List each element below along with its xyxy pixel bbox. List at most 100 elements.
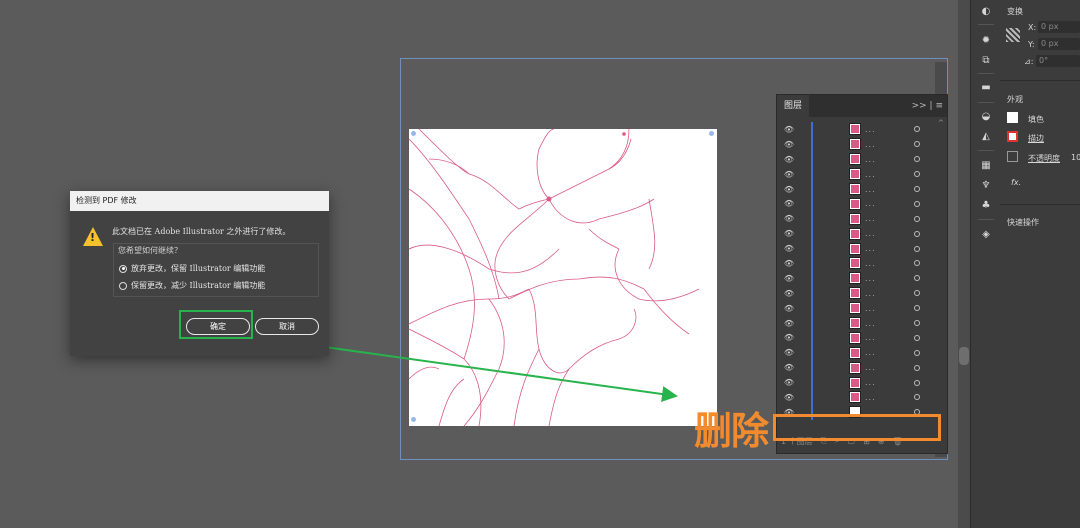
stroke-swatch[interactable] xyxy=(1007,131,1018,142)
target-circle-icon[interactable] xyxy=(914,305,920,312)
layer-row[interactable]: 👁... xyxy=(777,151,939,167)
layer-name[interactable]: ... xyxy=(865,259,876,268)
visibility-eye-icon[interactable]: 👁 xyxy=(777,319,801,328)
layer-name[interactable]: ... xyxy=(865,125,876,134)
visibility-eye-icon[interactable]: 👁 xyxy=(777,393,801,402)
3d-icon[interactable]: ◒ xyxy=(980,111,992,123)
layer-name[interactable]: ... xyxy=(865,214,876,223)
opacity-label[interactable]: 不透明度 xyxy=(1028,153,1060,164)
layer-row[interactable]: 👁... xyxy=(777,360,939,376)
gradient-icon[interactable]: ◭ xyxy=(980,131,992,143)
target-circle-icon[interactable] xyxy=(914,379,920,386)
target-circle-icon[interactable] xyxy=(914,186,920,192)
target-circle-icon[interactable] xyxy=(914,200,920,207)
target-circle-icon[interactable] xyxy=(914,275,920,282)
layer-name[interactable]: ... xyxy=(865,348,876,357)
visibility-eye-icon[interactable]: 👁 xyxy=(777,244,801,253)
layers-icon[interactable]: ◈ xyxy=(980,229,992,241)
layer-row[interactable]: 👁... xyxy=(777,285,939,301)
layer-row[interactable]: 👁... xyxy=(777,315,939,331)
fx-icon[interactable]: fx. xyxy=(1011,178,1021,187)
layer-name[interactable]: ... xyxy=(865,274,876,283)
layers-scrollbar[interactable]: ^ xyxy=(938,119,945,419)
layer-row[interactable]: 👁... xyxy=(777,345,939,361)
target-circle-icon[interactable] xyxy=(914,320,920,327)
target-circle-icon[interactable] xyxy=(914,126,920,133)
layer-name[interactable]: ... xyxy=(865,393,876,402)
visibility-eye-icon[interactable]: 👁 xyxy=(777,155,801,164)
tab-layers[interactable]: 图层 xyxy=(777,95,810,117)
visibility-eye-icon[interactable]: 👁 xyxy=(777,214,801,223)
layer-row[interactable]: 👁... xyxy=(777,270,939,286)
comment-icon[interactable]: ▬ xyxy=(980,82,992,94)
opacity-value[interactable]: 10 xyxy=(1071,153,1080,162)
visibility-eye-icon[interactable]: 👁 xyxy=(777,125,801,134)
cancel-button[interactable]: 取消 xyxy=(255,318,319,335)
panel-menu-icon[interactable]: >> | ≡ xyxy=(912,101,943,111)
layer-row[interactable]: 👁... xyxy=(777,390,939,405)
layer-row[interactable]: 👁... xyxy=(777,211,939,227)
layer-row[interactable]: 👁... xyxy=(777,330,939,346)
stroke-label[interactable]: 描边 xyxy=(1028,133,1044,144)
layer-name[interactable]: ... xyxy=(865,333,876,342)
visibility-eye-icon[interactable]: 👁 xyxy=(777,289,801,298)
layer-row[interactable]: 👁... xyxy=(777,241,939,257)
layer-row[interactable]: 👁... xyxy=(777,122,939,137)
layer-name[interactable]: ... xyxy=(865,199,876,208)
reference-point-icon[interactable] xyxy=(1006,28,1020,42)
puppet-icon[interactable]: ♆ xyxy=(980,180,992,192)
layer-name[interactable]: ... xyxy=(865,304,876,313)
target-circle-icon[interactable] xyxy=(914,334,920,341)
layer-row[interactable]: 👁... xyxy=(777,300,939,316)
target-circle-icon[interactable] xyxy=(914,230,920,237)
visibility-eye-icon[interactable]: 👁 xyxy=(777,140,801,149)
layer-name[interactable]: ... xyxy=(865,140,876,149)
visibility-eye-icon[interactable]: 👁 xyxy=(777,378,801,387)
target-circle-icon[interactable] xyxy=(914,215,920,222)
layer-row[interactable]: 👁... xyxy=(777,196,939,212)
visibility-eye-icon[interactable]: 👁 xyxy=(777,274,801,283)
visibility-eye-icon[interactable]: 👁 xyxy=(777,333,801,342)
radio-option-keep[interactable]: 保留更改，减少 Illustrator 编辑功能 xyxy=(119,280,265,291)
layer-name[interactable]: ... xyxy=(865,185,876,194)
y-field[interactable]: 0 px xyxy=(1038,38,1080,50)
panel-resize-handle[interactable] xyxy=(959,347,969,365)
visibility-eye-icon[interactable]: 👁 xyxy=(777,170,801,179)
libraries-icon[interactable]: ▦ xyxy=(980,160,992,172)
artboard[interactable] xyxy=(409,129,717,426)
layer-row[interactable]: 👁... xyxy=(777,375,939,391)
visibility-eye-icon[interactable]: 👁 xyxy=(777,199,801,208)
x-field[interactable]: 0 px xyxy=(1038,21,1080,33)
symbols-icon[interactable]: ♣ xyxy=(980,200,992,212)
layer-row[interactable]: 👁... xyxy=(777,166,939,182)
layer-name[interactable]: ... xyxy=(865,155,876,164)
visibility-eye-icon[interactable]: 👁 xyxy=(777,259,801,268)
visibility-eye-icon[interactable]: 👁 xyxy=(777,304,801,313)
layer-row[interactable]: 👁... xyxy=(777,226,939,242)
layer-name[interactable]: ... xyxy=(865,244,876,253)
visibility-eye-icon[interactable]: 👁 xyxy=(777,363,801,372)
brightness-icon[interactable]: ✹ xyxy=(980,35,992,47)
target-circle-icon[interactable] xyxy=(914,364,920,371)
target-circle-icon[interactable] xyxy=(914,394,920,401)
target-circle-icon[interactable] xyxy=(914,260,920,267)
radio-checked-icon[interactable] xyxy=(119,264,127,273)
fill-swatch[interactable] xyxy=(1007,112,1018,123)
angle-field[interactable]: 0° xyxy=(1036,55,1080,67)
target-circle-icon[interactable] xyxy=(914,245,920,252)
layer-name[interactable]: ... xyxy=(865,289,876,298)
layer-name[interactable]: ... xyxy=(865,170,876,179)
layer-row[interactable]: 👁... xyxy=(777,181,939,197)
layer-row[interactable]: 👁... xyxy=(777,136,939,152)
target-circle-icon[interactable] xyxy=(914,349,920,356)
layer-name[interactable]: ... xyxy=(865,229,876,238)
visibility-eye-icon[interactable]: 👁 xyxy=(777,229,801,238)
layer-name[interactable]: ... xyxy=(865,363,876,372)
transform-icon[interactable]: ⧉ xyxy=(980,55,992,67)
appearance-icon[interactable]: ◐ xyxy=(980,6,992,18)
radio-unchecked-icon[interactable] xyxy=(119,281,127,290)
layer-row[interactable]: 👁... xyxy=(777,256,939,271)
visibility-eye-icon[interactable]: 👁 xyxy=(777,348,801,357)
target-circle-icon[interactable] xyxy=(914,141,920,148)
target-circle-icon[interactable] xyxy=(914,171,920,178)
